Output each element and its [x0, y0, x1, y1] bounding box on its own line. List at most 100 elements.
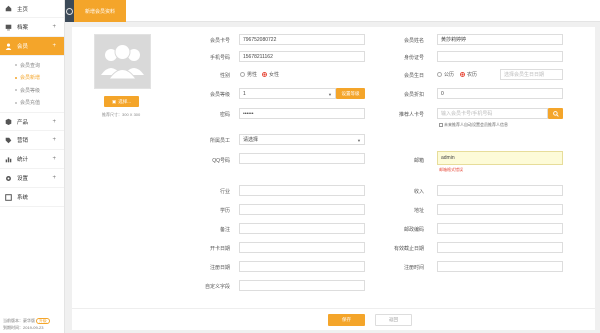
- level-label: 会员等级: [209, 92, 230, 98]
- sidebar-item-product[interactable]: 产品 +: [0, 112, 64, 131]
- qq-label: QQ号码: [212, 158, 230, 164]
- sidebar-item-stats[interactable]: 统计 +: [0, 150, 64, 169]
- sidebar-subitem-member-add[interactable]: 会员新增: [0, 72, 64, 85]
- level-select[interactable]: 1 ▼: [239, 88, 336, 99]
- name-input[interactable]: 黄莎莉婷婷: [437, 34, 563, 45]
- member-form-panel: ▣ 选择... 推荐尺寸：300 X 300 会员卡号 796752080722…: [72, 27, 595, 330]
- card-no-input[interactable]: 796752080722: [239, 34, 365, 45]
- expire-date-label: 有效截止日期: [393, 246, 424, 252]
- chart-icon: [5, 156, 12, 163]
- bullet-icon: [15, 64, 17, 67]
- form-actions: 保存 返回: [72, 308, 595, 330]
- expand-plus-icon: +: [52, 43, 56, 49]
- sidebar-footer: 当前版本：豪华版 升级 到期时间：2019-09-23: [3, 317, 50, 331]
- radio-circle-checked: [460, 72, 465, 77]
- sidebar-item-label: 营销: [17, 138, 29, 144]
- expand-plus-icon: +: [52, 156, 56, 162]
- gear-icon: [5, 175, 12, 182]
- image-icon: ▣: [111, 98, 117, 104]
- menu-toggle-button[interactable]: [65, 0, 74, 22]
- user-icon: [5, 43, 12, 50]
- system-icon: [5, 193, 12, 201]
- version-label: 当前版本：: [3, 318, 23, 323]
- register-date-label: 注册日期: [209, 265, 230, 271]
- sidebar-item-settings[interactable]: 设置 +: [0, 169, 64, 188]
- choose-photo-button[interactable]: ▣ 选择...: [104, 96, 139, 107]
- sidebar-subitem-member-recharge[interactable]: 会员充值: [0, 97, 64, 110]
- subitem-label: 会员新增: [20, 75, 41, 82]
- expand-plus-icon: +: [52, 175, 56, 181]
- bullet-icon: [15, 89, 17, 92]
- id-no-input[interactable]: [437, 51, 563, 62]
- sidebar-item-label: 统计: [17, 157, 29, 163]
- gender-male-radio[interactable]: 男性: [240, 71, 257, 78]
- custom-field-input[interactable]: [239, 280, 365, 291]
- income-input[interactable]: [437, 185, 563, 196]
- birthday-solar-radio[interactable]: 公历: [437, 71, 454, 78]
- topbar: 新增会员资料: [65, 0, 600, 22]
- school-input[interactable]: [239, 204, 365, 215]
- sidebar-item-member[interactable]: 会员 +: [0, 37, 64, 56]
- discount-label: 会员折扣: [403, 92, 424, 98]
- staff-select[interactable]: 请选择 ▼: [239, 134, 365, 145]
- staff-label: 所属员工: [209, 138, 230, 144]
- phone-input[interactable]: 15678211162: [239, 51, 365, 62]
- password-input[interactable]: ••••••: [239, 108, 365, 119]
- tab-add-member[interactable]: 新增会员资料: [74, 0, 126, 22]
- open-date-input[interactable]: [239, 242, 365, 253]
- referrer-label: 推荐人卡号: [398, 112, 424, 118]
- birthday-date-input[interactable]: 选择会员生日日期: [500, 69, 563, 80]
- remark-input[interactable]: [239, 223, 365, 234]
- gender-female-radio[interactable]: 女性: [262, 71, 279, 78]
- name-label: 会员姓名: [403, 38, 424, 44]
- postcode-input[interactable]: [437, 223, 563, 234]
- photo-size-hint: 推荐尺寸：300 X 300: [102, 112, 141, 117]
- job-label: 行业: [219, 189, 230, 195]
- level-select-value: 1: [243, 90, 246, 97]
- referrer-search-button[interactable]: [548, 108, 563, 119]
- qq-input[interactable]: [239, 153, 365, 164]
- sidebar-item-home[interactable]: 主页: [0, 0, 64, 18]
- sidebar-item-label: 主页: [17, 6, 29, 13]
- email-label: 邮箱: [413, 158, 424, 164]
- expire-date-input[interactable]: [437, 242, 563, 253]
- user-group-icon: [101, 44, 144, 80]
- postcode-label: 邮政编码: [403, 227, 424, 233]
- save-button[interactable]: 保存: [328, 314, 365, 326]
- sidebar-subitem-member-level[interactable]: 会员等级: [0, 84, 64, 97]
- custom-field-label: 自定义字段: [204, 284, 230, 290]
- sidebar-item-marketing[interactable]: 营销 +: [0, 131, 64, 150]
- staff-select-value: 请选择: [243, 137, 259, 143]
- version-value: 豪华版: [23, 318, 35, 323]
- back-button[interactable]: 返回: [375, 314, 412, 326]
- referrer-input[interactable]: 输入会员卡号/手机号码: [437, 108, 548, 119]
- email-error: 邮箱格式错误: [439, 167, 463, 172]
- job-input[interactable]: [239, 185, 365, 196]
- bullet-icon: [15, 101, 17, 104]
- set-level-button[interactable]: 设置等级: [336, 88, 365, 99]
- referrer-note-text: 未来推荐人自动设置会员推荐人信息: [444, 122, 508, 127]
- chevron-down-icon: ▼: [357, 138, 361, 143]
- bullet-icon: [15, 76, 17, 79]
- expiry-line: 到期时间：2019-09-23: [3, 324, 50, 331]
- search-icon: [552, 110, 559, 117]
- chevron-down-icon: ▼: [328, 92, 332, 97]
- discount-input[interactable]: 0: [437, 88, 563, 99]
- expand-plus-icon: +: [52, 137, 56, 143]
- subitem-label: 会员充值: [20, 100, 41, 107]
- register-date-input[interactable]: [239, 261, 365, 272]
- open-date-label: 开卡日期: [209, 246, 230, 252]
- sidebar-item-system[interactable]: 系统: [0, 188, 64, 207]
- birthday-lunar-label: 农历: [467, 72, 478, 78]
- referrer-note-checkbox[interactable]: [439, 122, 443, 127]
- register-time-input[interactable]: [437, 261, 563, 272]
- subitem-label: 会员查询: [20, 62, 41, 69]
- birthday-lunar-radio[interactable]: 农历: [460, 71, 477, 78]
- choose-photo-label: 选择...: [118, 98, 132, 104]
- address-input[interactable]: [437, 204, 563, 215]
- email-input[interactable]: admin: [437, 151, 563, 165]
- sidebar-item-label: 设置: [17, 176, 29, 182]
- sidebar-subitem-member-query[interactable]: 会员查询: [0, 59, 64, 72]
- birthday-label: 会员生日: [403, 73, 424, 79]
- sidebar-item-archive[interactable]: 档案 +: [0, 18, 64, 37]
